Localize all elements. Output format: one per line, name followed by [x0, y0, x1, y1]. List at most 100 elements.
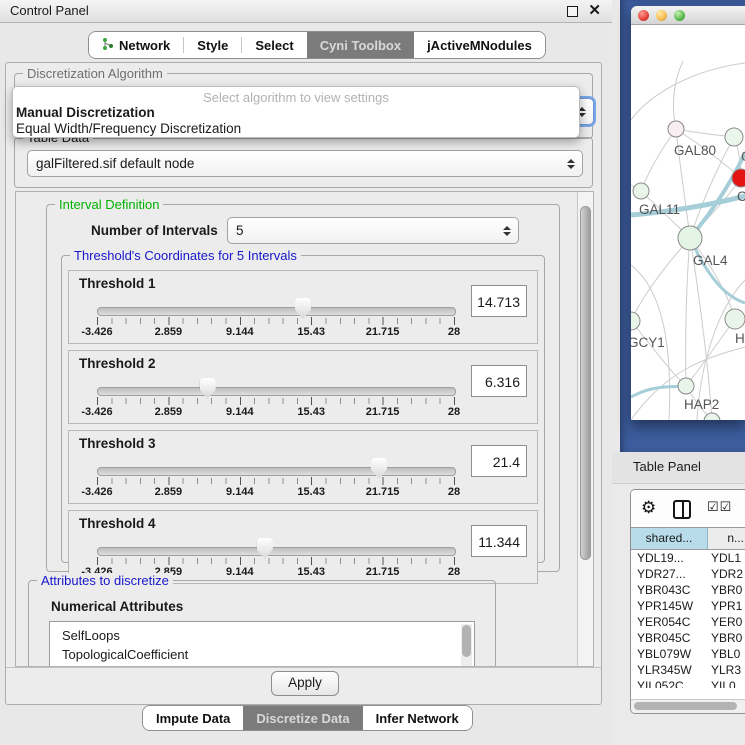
threshold-panel: Threshold 3-3.4262.8599.14415.4321.71528… — [68, 430, 538, 504]
dropdown-hint: Select algorithm to view settings — [13, 90, 579, 105]
slider-major-ticks — [97, 477, 455, 485]
slider-track[interactable] — [97, 307, 456, 316]
table-row[interactable]: YDR27...YDR2 — [631, 566, 745, 582]
cell-name: YBR0 — [709, 582, 745, 598]
zoom-traffic-light-icon[interactable] — [674, 10, 685, 21]
network-node-label: GAL80 — [674, 143, 716, 158]
tab-style[interactable]: Style — [184, 32, 241, 58]
cell-name: YLR3 — [709, 662, 745, 678]
dropdown-option-manual[interactable]: Manual Discretization — [13, 105, 579, 121]
table-row[interactable]: YDL19...YDL1 — [631, 550, 745, 566]
network-node[interactable] — [668, 121, 684, 137]
column-header-shared-name[interactable]: shared... — [631, 528, 708, 549]
cell-name: YBL0 — [709, 646, 745, 662]
tab-impute-data[interactable]: Impute Data — [143, 706, 243, 730]
network-node[interactable] — [725, 309, 745, 329]
column-header-name[interactable]: n... — [708, 528, 745, 549]
threshold-panel: Threshold 2-3.4262.8599.14415.4321.71528… — [68, 350, 538, 424]
threshold-value-field[interactable]: 14.713 — [471, 285, 527, 317]
right-region: GAL80GACGAL11GAL4GCY1HHAP2 Table Panel ⚙… — [612, 0, 745, 745]
slider-track[interactable] — [97, 467, 456, 476]
tick-label: 15.43 — [297, 326, 325, 338]
tab-discretize-data[interactable]: Discretize Data — [243, 706, 362, 730]
split-columns-icon[interactable] — [673, 500, 691, 519]
combo-arrows-icon — [567, 151, 575, 176]
group-title: Threshold's Coordinates for 5 Intervals — [70, 248, 301, 263]
slider-major-ticks — [97, 557, 455, 565]
slider-track[interactable] — [97, 387, 456, 396]
tick-label: 21.715 — [366, 406, 400, 418]
tick-label: 28 — [448, 566, 460, 578]
table-row[interactable]: YPR145WYPR1 — [631, 598, 745, 614]
cell-shared-name: YBL079W — [631, 646, 709, 662]
number-of-intervals-combobox[interactable]: 5 — [227, 217, 519, 244]
table-toolbar: ⚙ ☑☑ — [631, 490, 745, 527]
network-node[interactable] — [678, 226, 702, 250]
tick-label: -3.426 — [81, 486, 112, 498]
table-row[interactable]: YBL079WYBL0 — [631, 646, 745, 662]
slider-major-ticks — [97, 397, 455, 405]
threshold-value-field[interactable]: 6.316 — [471, 365, 527, 397]
tab-cyni-toolbox[interactable]: Cyni Toolbox — [307, 32, 414, 58]
table-row[interactable]: YBR045CYBR0 — [631, 630, 745, 646]
tab-network[interactable]: Network — [89, 32, 183, 58]
network-edge — [686, 238, 690, 386]
list-scrollbar[interactable] — [461, 624, 472, 667]
network-node[interactable] — [732, 169, 745, 187]
number-of-intervals-label: Number of Intervals — [91, 223, 218, 238]
table-row[interactable]: YBR043CYBR0 — [631, 582, 745, 598]
tick-label: -3.426 — [81, 326, 112, 338]
table-row[interactable]: YLR345WYLR3 — [631, 662, 745, 678]
tick-label: 28 — [448, 326, 460, 338]
table-data-combobox[interactable]: galFiltered.sif default node — [27, 150, 583, 177]
attribute-list-item[interactable]: TopologicalCoefficient — [62, 645, 474, 664]
apply-button[interactable]: Apply — [271, 671, 339, 696]
settings-vertical-scrollbar[interactable] — [577, 192, 593, 666]
minimize-traffic-light-icon[interactable] — [656, 10, 667, 21]
network-edge — [673, 61, 683, 129]
network-graph[interactable]: GAL80GACGAL11GAL4GCY1HHAP2 — [631, 25, 745, 420]
threshold-value-field[interactable]: 21.4 — [471, 445, 527, 477]
network-view-window[interactable]: GAL80GACGAL11GAL4GCY1HHAP2 — [631, 6, 745, 420]
settings-scrollpane: Interval Definition Number of Intervals … — [15, 191, 594, 667]
thresholds-container: Threshold 1-3.4262.8599.14415.4321.71528… — [62, 270, 544, 584]
select-columns-icon[interactable]: ☑☑ — [707, 499, 732, 515]
network-node[interactable] — [633, 183, 649, 199]
attribute-list-item[interactable]: SelfLoops — [62, 626, 474, 645]
numerical-attributes-label: Numerical Attributes — [51, 599, 183, 614]
tick-label: 9.144 — [226, 326, 254, 338]
slider-track[interactable] — [97, 547, 456, 556]
network-edge — [631, 238, 690, 321]
tab-select[interactable]: Select — [242, 32, 306, 58]
control-panel: Control Panel ✕ Network Style Select Cyn… — [0, 0, 612, 745]
tab-network-label: Network — [119, 38, 170, 53]
network-node-label: GAL4 — [693, 253, 728, 268]
numerical-attributes-list[interactable]: SelfLoopsTopologicalCoefficientBetweenne… — [49, 621, 475, 667]
threshold-label: Threshold 1 — [79, 276, 156, 291]
cell-name: YER0 — [709, 614, 745, 630]
tick-label: 28 — [448, 406, 460, 418]
network-node[interactable] — [678, 378, 694, 394]
table-row[interactable]: YIL052CYIL0 — [631, 678, 745, 688]
table-row[interactable]: YER054CYER0 — [631, 614, 745, 630]
network-node[interactable] — [725, 128, 743, 146]
close-traffic-light-icon[interactable] — [638, 10, 649, 21]
table-data-group: Table Data galFiltered.sif default node — [14, 137, 593, 188]
tick-label: 9.144 — [226, 566, 254, 578]
cell-shared-name: YER054C — [631, 614, 709, 630]
tab-infer-network[interactable]: Infer Network — [363, 706, 472, 730]
dropdown-option-equal-width[interactable]: Equal Width/Frequency Discretization — [13, 121, 579, 137]
table-data-value: galFiltered.sif default node — [36, 156, 194, 171]
float-window-icon[interactable] — [567, 6, 578, 17]
tab-jactivemnodules[interactable]: jActiveMNodules — [414, 32, 545, 58]
cell-shared-name: YIL052C — [631, 678, 709, 688]
network-node[interactable] — [631, 312, 640, 330]
divider — [6, 667, 601, 668]
threshold-value-field[interactable]: 11.344 — [471, 525, 527, 557]
cell-shared-name: YDL19... — [631, 550, 709, 566]
cell-shared-name: YBR043C — [631, 582, 709, 598]
gear-icon[interactable]: ⚙ — [641, 498, 656, 518]
close-icon[interactable]: ✕ — [588, 1, 601, 19]
table-horizontal-scrollbar[interactable] — [631, 699, 745, 713]
tick-label: 15.43 — [297, 406, 325, 418]
